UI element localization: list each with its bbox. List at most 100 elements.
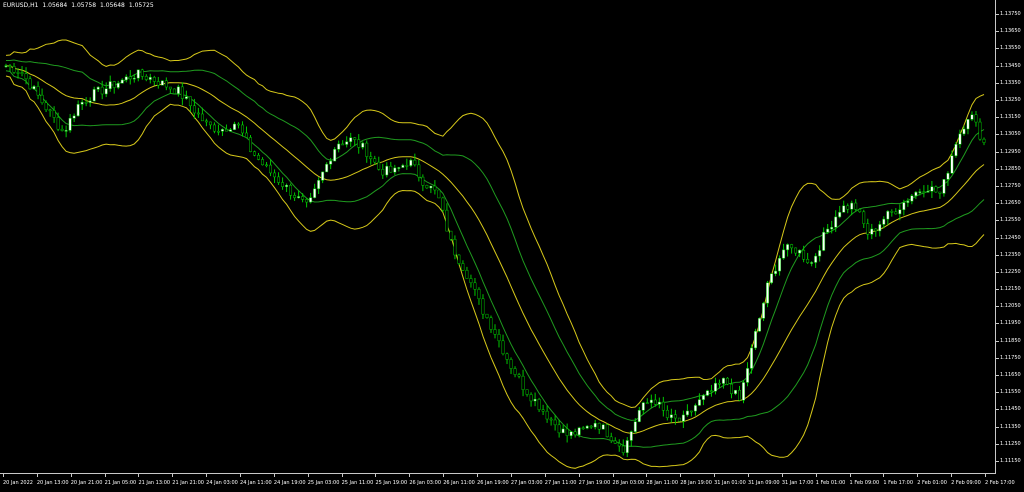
- candle-body: [950, 155, 954, 174]
- candle-body: [962, 128, 966, 135]
- candle-body: [88, 100, 92, 103]
- candlestick-chart[interactable]: [0, 0, 996, 474]
- price-tick: [996, 426, 999, 428]
- price-label: 1.12550: [1000, 217, 1021, 224]
- price-label: 1.12750: [1000, 182, 1021, 189]
- candle-body: [445, 209, 449, 232]
- candle-body: [826, 228, 830, 233]
- candle-body: [489, 317, 493, 330]
- candle-body: [645, 402, 649, 404]
- price-axis[interactable]: 1.13750 1.13650 1.13550 1.13450 1.13350 1.132…: [996, 0, 1024, 474]
- candle-body: [762, 302, 765, 319]
- candle-body: [108, 81, 112, 89]
- candle-body: [417, 164, 421, 178]
- candle-body: [693, 405, 697, 412]
- price-label: 1.13250: [1000, 96, 1021, 103]
- candle-body: [481, 298, 485, 315]
- candle-body: [341, 143, 345, 146]
- price-label: 1.11550: [1000, 389, 1021, 396]
- candle-body: [168, 86, 172, 90]
- candle-body: [810, 262, 814, 264]
- candle-body: [922, 191, 926, 193]
- candle-body: [934, 186, 938, 193]
- candle-body: [172, 88, 176, 94]
- candle-body: [192, 105, 196, 114]
- time-tick: [3, 474, 4, 477]
- time-label: 2 Feb 09:00: [951, 480, 981, 486]
- time-tick: [849, 474, 851, 477]
- candle-body: [253, 151, 256, 156]
- candle-body: [493, 329, 497, 335]
- price-label: 1.12650: [1000, 200, 1021, 207]
- price-tick: [996, 220, 999, 222]
- price-label: 1.13650: [1000, 28, 1021, 35]
- candle-body: [28, 78, 32, 90]
- price-tick: [996, 375, 999, 377]
- price-label: 1.13750: [1000, 11, 1021, 17]
- candle-body: [946, 172, 950, 180]
- candle-body: [60, 128, 64, 131]
- candle-body: [233, 123, 236, 130]
- candle-body: [613, 440, 617, 444]
- plot-area[interactable]: EURUSD,H1 1.05684 1.05758 1.05648 1.0572…: [0, 0, 996, 474]
- candle-body: [349, 137, 353, 142]
- time-tick: [36, 474, 38, 477]
- candle-body: [333, 149, 337, 162]
- time-tick: [680, 474, 682, 477]
- candle-body: [204, 120, 208, 123]
- candle-body: [798, 249, 802, 254]
- candle-body: [597, 422, 601, 430]
- candle-body: [705, 390, 709, 396]
- price-label: 1.13150: [1000, 114, 1021, 121]
- price-label: 1.11650: [1000, 372, 1021, 379]
- candle-body: [136, 69, 140, 79]
- candle-body: [441, 197, 445, 211]
- candle-body: [629, 431, 633, 441]
- candle-body: [84, 101, 88, 104]
- price-label: 1.13350: [1000, 79, 1021, 86]
- candle-body: [553, 419, 557, 426]
- price-label: 1.12050: [1000, 303, 1021, 310]
- candle-body: [673, 414, 677, 419]
- candle-body: [96, 86, 100, 90]
- candle-body: [68, 117, 72, 131]
- time-tick: [206, 474, 208, 477]
- candle-body: [249, 137, 252, 152]
- candle-body: [92, 89, 96, 102]
- candle-body: [713, 382, 717, 392]
- time-label: 26 Jan 11:00: [443, 480, 475, 486]
- candle-body: [277, 176, 281, 183]
- candle-body: [790, 244, 794, 249]
- candle-body: [709, 390, 713, 392]
- candle-body: [621, 445, 625, 453]
- candle-body: [754, 330, 757, 349]
- candle-body: [421, 176, 425, 186]
- time-axis[interactable]: 20 Jan 2022 20 Jan 13:00 20 Jan 21:00 21 Ja…: [0, 474, 1015, 492]
- price-label: 1.12250: [1000, 268, 1021, 275]
- candle-body: [561, 428, 565, 434]
- candle-body: [40, 94, 44, 104]
- time-tick: [443, 474, 445, 477]
- inner-lower-band: [5, 70, 985, 448]
- price-tick: [996, 306, 999, 308]
- time-tick: [307, 474, 309, 477]
- chart-window[interactable]: EURUSD,H1 1.05684 1.05758 1.05648 1.0572…: [0, 0, 1024, 492]
- candle-body: [457, 254, 461, 264]
- candle-body: [393, 167, 397, 173]
- time-tick: [409, 474, 411, 477]
- candle-body: [637, 410, 641, 422]
- candle-body: [100, 86, 104, 95]
- candle-body: [357, 139, 361, 148]
- candle-body: [409, 159, 413, 166]
- price-tick: [996, 340, 999, 342]
- time-label: 2 Feb 01:00: [917, 480, 947, 486]
- candle-body: [44, 102, 48, 111]
- candle-body: [938, 191, 942, 194]
- candle-body: [325, 163, 329, 173]
- candle-body: [461, 263, 465, 271]
- time-tick: [883, 474, 885, 477]
- candle-body: [914, 191, 918, 197]
- candle-body: [52, 110, 56, 118]
- candle-body: [269, 164, 272, 174]
- candle-body: [104, 88, 108, 95]
